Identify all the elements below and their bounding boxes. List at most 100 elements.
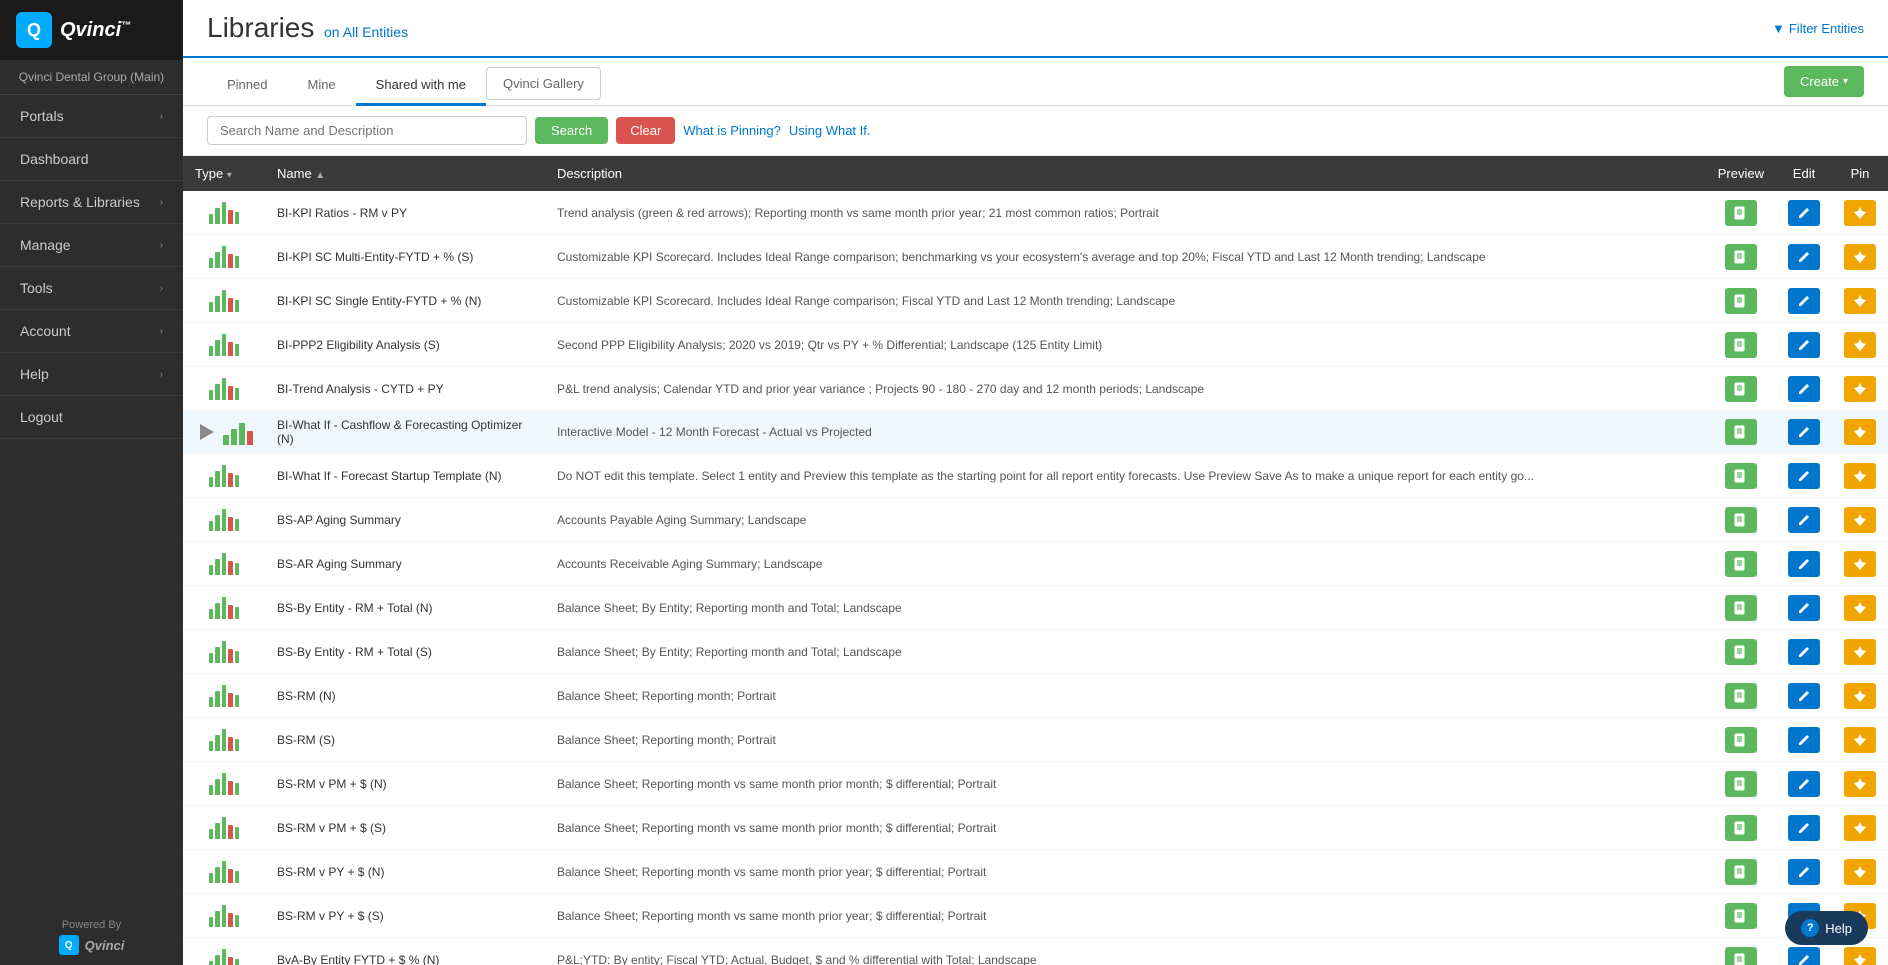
pin-button[interactable] (1844, 376, 1876, 402)
pin-cell (1832, 323, 1888, 367)
file-icon (1734, 469, 1748, 483)
pin-button[interactable] (1844, 551, 1876, 577)
pin-button[interactable] (1844, 727, 1876, 753)
edit-button[interactable] (1788, 639, 1820, 665)
sidebar-label-reports: Reports & Libraries (20, 194, 140, 210)
preview-button[interactable] (1725, 727, 1757, 753)
pin-button[interactable] (1844, 419, 1876, 445)
type-cell (183, 894, 265, 938)
preview-button[interactable] (1725, 507, 1757, 533)
name-cell: BS-By Entity - RM + Total (N) (265, 586, 545, 630)
filter-th-icon: ▾ (227, 170, 232, 181)
pin-cell (1832, 498, 1888, 542)
type-cell (183, 762, 265, 806)
edit-button[interactable] (1788, 551, 1820, 577)
what-is-pinning-link[interactable]: What is Pinning? (683, 123, 781, 138)
preview-button[interactable] (1725, 200, 1757, 226)
filter-entities-button[interactable]: ▼ Filter Entities (1772, 21, 1864, 36)
col-header-name[interactable]: Name ▲ (265, 156, 545, 191)
pin-button[interactable] (1844, 332, 1876, 358)
pin-button[interactable] (1844, 947, 1876, 965)
tab-pinned[interactable]: Pinned (207, 67, 287, 106)
preview-button[interactable] (1725, 771, 1757, 797)
pin-button[interactable] (1844, 859, 1876, 885)
chart-icon (209, 286, 239, 312)
using-what-if-link[interactable]: Using What If. (789, 123, 871, 138)
pencil-icon (1797, 338, 1811, 352)
preview-cell (1706, 718, 1776, 762)
preview-button[interactable] (1725, 288, 1757, 314)
table-row: BvA-By Entity FYTD + $ % (N)P&L;YTD; By … (183, 938, 1888, 965)
sidebar-item-tools[interactable]: Tools › (0, 267, 183, 310)
type-cell (183, 586, 265, 630)
pin-button[interactable] (1844, 771, 1876, 797)
clear-button[interactable]: Clear (616, 117, 675, 144)
edit-button[interactable] (1788, 288, 1820, 314)
search-button[interactable]: Search (535, 117, 608, 144)
preview-button[interactable] (1725, 947, 1757, 965)
sidebar-item-reports[interactable]: Reports & Libraries › (0, 181, 183, 224)
edit-button[interactable] (1788, 947, 1820, 965)
pin-button[interactable] (1844, 815, 1876, 841)
pin-button[interactable] (1844, 244, 1876, 270)
edit-button[interactable] (1788, 200, 1820, 226)
tab-shared[interactable]: Shared with me (356, 67, 486, 106)
chart-icon (209, 374, 239, 400)
edit-button[interactable] (1788, 683, 1820, 709)
edit-button[interactable] (1788, 244, 1820, 270)
preview-button[interactable] (1725, 683, 1757, 709)
edit-button[interactable] (1788, 507, 1820, 533)
pin-cell (1832, 279, 1888, 323)
preview-button[interactable] (1725, 639, 1757, 665)
pencil-icon (1797, 601, 1811, 615)
edit-button[interactable] (1788, 376, 1820, 402)
edit-cell (1776, 850, 1832, 894)
edit-button[interactable] (1788, 419, 1820, 445)
edit-button[interactable] (1788, 815, 1820, 841)
create-button[interactable]: Create ▾ (1784, 66, 1864, 97)
edit-button[interactable] (1788, 859, 1820, 885)
preview-button[interactable] (1725, 419, 1757, 445)
pin-button[interactable] (1844, 288, 1876, 314)
sidebar-item-help[interactable]: Help › (0, 353, 183, 396)
search-input[interactable] (207, 116, 527, 145)
chevron-right-icon: › (160, 283, 163, 294)
edit-button[interactable] (1788, 595, 1820, 621)
preview-button[interactable] (1725, 859, 1757, 885)
sidebar-item-portals[interactable]: Portals › (0, 95, 183, 138)
preview-button[interactable] (1725, 815, 1757, 841)
preview-button[interactable] (1725, 903, 1757, 929)
sidebar-label-account: Account (20, 323, 71, 339)
edit-button[interactable] (1788, 727, 1820, 753)
pin-button[interactable] (1844, 463, 1876, 489)
preview-button[interactable] (1725, 332, 1757, 358)
preview-cell (1706, 762, 1776, 806)
search-links: What is Pinning? Using What If. (683, 123, 870, 138)
edit-cell (1776, 718, 1832, 762)
sidebar-item-account[interactable]: Account › (0, 310, 183, 353)
preview-button[interactable] (1725, 463, 1757, 489)
preview-button[interactable] (1725, 551, 1757, 577)
table-row: BI-KPI SC Single Entity-FYTD + % (N)Cust… (183, 279, 1888, 323)
sidebar-item-logout[interactable]: Logout (0, 396, 183, 439)
pin-button[interactable] (1844, 507, 1876, 533)
edit-button[interactable] (1788, 771, 1820, 797)
help-button[interactable]: ? Help (1785, 911, 1868, 945)
pin-button[interactable] (1844, 639, 1876, 665)
preview-button[interactable] (1725, 376, 1757, 402)
preview-cell (1706, 894, 1776, 938)
page-subtitle: on All Entities (324, 24, 408, 40)
preview-button[interactable] (1725, 244, 1757, 270)
preview-button[interactable] (1725, 595, 1757, 621)
pin-button[interactable] (1844, 683, 1876, 709)
table-row: BS-By Entity - RM + Total (S)Balance She… (183, 630, 1888, 674)
tab-gallery[interactable]: Qvinci Gallery (486, 67, 601, 100)
edit-button[interactable] (1788, 332, 1820, 358)
sidebar-item-manage[interactable]: Manage › (0, 224, 183, 267)
sidebar-item-dashboard[interactable]: Dashboard (0, 138, 183, 181)
pencil-icon (1797, 513, 1811, 527)
tab-mine[interactable]: Mine (287, 67, 355, 106)
edit-button[interactable] (1788, 463, 1820, 489)
pin-button[interactable] (1844, 200, 1876, 226)
pin-button[interactable] (1844, 595, 1876, 621)
